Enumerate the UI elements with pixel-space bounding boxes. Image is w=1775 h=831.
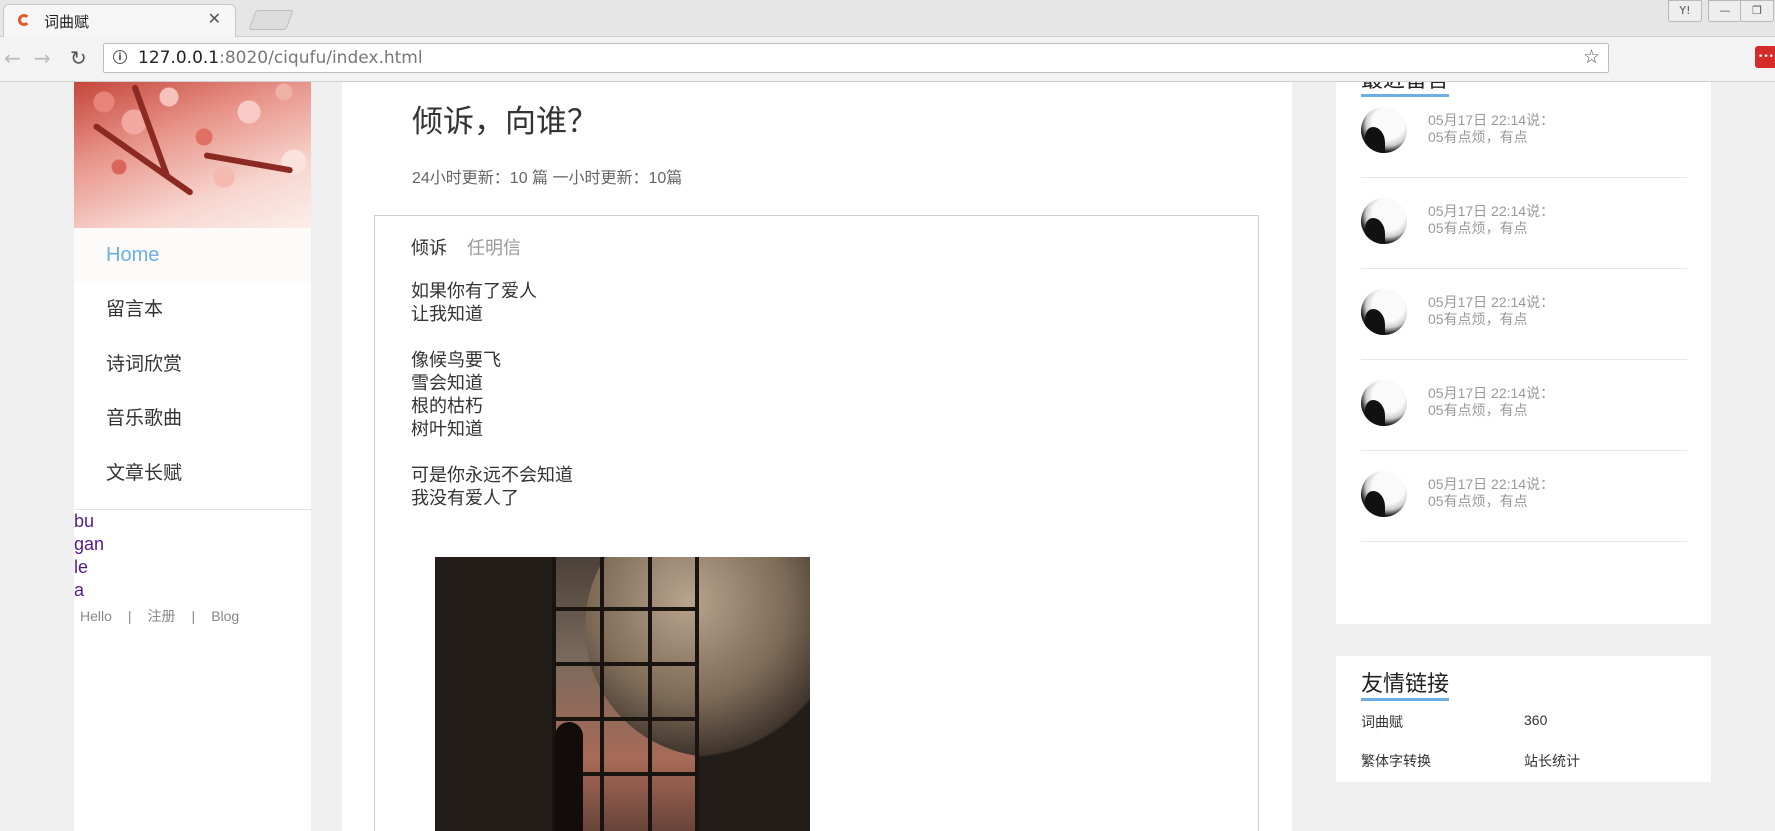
forward-arrow-icon[interactable]: →	[34, 46, 51, 70]
poem-header: 倾诉 任明信	[411, 234, 521, 260]
nav-poetry[interactable]: 诗词欣赏	[74, 337, 311, 392]
friend-link[interactable]: 词曲赋	[1361, 712, 1403, 732]
poem-line: 雪会知道	[411, 373, 483, 394]
nav-divider	[74, 509, 311, 510]
friend-links-panel: 友情链接 词曲赋 360 繁体字转换 站长统计	[1336, 656, 1711, 782]
poem-stanza: 可是你永远不会知道 我没有爱人了	[411, 464, 573, 510]
recent-comments-panel: 最近留言 05月17日 22:14说： 05有点烦，有点 05月17日 22:1…	[1336, 82, 1711, 624]
poem-body: 如果你有了爱人 让我知道 像候鸟要飞 雪会知道 根的枯朽 树叶知道 可是你永远不…	[411, 280, 573, 533]
page-title: 倾诉，向谁？	[412, 104, 598, 140]
poem-line: 根的枯朽	[411, 396, 483, 417]
comment-text: 05有点烦，有点	[1428, 129, 1528, 145]
new-tab-button[interactable]	[248, 10, 294, 30]
friend-links-title: 友情链接	[1361, 672, 1450, 701]
poem-author: 任明信	[467, 238, 521, 259]
browser-toolbar: ← → ↻ i 127.0.0.1:8020/ciqufu/index.html…	[0, 37, 1775, 82]
bug-line: a	[74, 580, 85, 600]
tab-title: 词曲赋	[44, 13, 90, 31]
cherry-blossom-banner-image	[74, 82, 311, 234]
comment-item[interactable]: 05月17日 22:14说： 05有点烦，有点	[1361, 178, 1687, 269]
avatar	[1361, 289, 1407, 335]
comment-item[interactable]: 05月17日 22:14说： 05有点烦，有点	[1361, 269, 1687, 360]
restore-button[interactable]: ❐	[1740, 0, 1774, 22]
poem-stanza: 如果你有了爱人 让我知道	[411, 280, 573, 326]
extension-icon[interactable]: •••	[1755, 46, 1775, 68]
poem-line: 树叶知道	[411, 419, 483, 440]
poem-stanza: 像候鸟要飞 雪会知道 根的枯朽 树叶知道	[411, 349, 573, 441]
update-stats: 24小时更新：10 篇 一小时更新：10篇	[412, 170, 683, 187]
friend-link[interactable]: 360	[1524, 712, 1547, 728]
tab-close-icon[interactable]: ✕	[208, 9, 221, 28]
poem-line: 如果你有了爱人	[411, 281, 537, 302]
avatar	[1361, 107, 1407, 153]
site-info-icon[interactable]: i	[113, 50, 127, 64]
poem-line: 我没有爱人了	[411, 488, 519, 509]
nav-guestbook[interactable]: 留言本	[74, 282, 311, 337]
blog-link[interactable]: Blog	[211, 608, 239, 624]
comment-text: 05有点烦，有点	[1428, 311, 1528, 327]
url-host: 127.0.0.1	[138, 48, 220, 68]
nav-articles[interactable]: 文章长赋	[74, 446, 311, 501]
person-silhouette	[555, 722, 583, 831]
poem-line: 可是你永远不会知道	[411, 465, 573, 486]
friend-link[interactable]: 站长统计	[1524, 751, 1580, 771]
minimize-button[interactable]: —	[1708, 0, 1742, 22]
loading-favicon-icon	[18, 14, 30, 26]
bug-line: le	[74, 557, 89, 577]
main-content: 倾诉，向谁？ 24小时更新：10 篇 一小时更新：10篇 倾诉 任明信 如果你有了…	[342, 82, 1292, 831]
avatar	[1361, 198, 1407, 244]
comment-text: 05有点烦，有点	[1428, 220, 1528, 236]
poem-title[interactable]: 倾诉	[411, 238, 447, 259]
comment-item[interactable]: 05月17日 22:14说： 05有点烦，有点	[1361, 451, 1687, 542]
separator: |	[191, 608, 196, 624]
poem-card: 倾诉 任明信 如果你有了爱人 让我知道 像候鸟要飞 雪会知道 根的枯朽 树叶知道 …	[374, 215, 1259, 831]
comment-item[interactable]: 05月17日 22:14说： 05有点烦，有点	[1361, 87, 1687, 178]
comment-text: 05有点烦，有点	[1428, 402, 1528, 418]
back-arrow-icon[interactable]: ←	[4, 46, 21, 70]
separator: |	[127, 608, 132, 624]
nav-music[interactable]: 音乐歌曲	[74, 391, 311, 446]
reload-icon[interactable]: ↻	[70, 46, 87, 70]
poem-line: 让我知道	[411, 304, 483, 325]
poem-illustration-image	[435, 557, 810, 831]
visited-link-text[interactable]: bu gan le a	[74, 510, 104, 602]
friend-link[interactable]: 繁体字转换	[1361, 751, 1431, 771]
register-link[interactable]: 注册	[148, 606, 176, 626]
bookmark-star-icon[interactable]: ☆	[1583, 46, 1600, 68]
address-bar[interactable]: i 127.0.0.1:8020/ciqufu/index.html ☆	[103, 43, 1609, 73]
hello-link[interactable]: Hello	[80, 608, 112, 624]
comment-item[interactable]: 05月17日 22:14说： 05有点烦，有点	[1361, 360, 1687, 451]
url-text: 127.0.0.1:8020/ciqufu/index.html	[138, 48, 423, 68]
avatar	[1361, 471, 1407, 517]
avatar	[1361, 380, 1407, 426]
sidebar-footer-links: Hello | 注册 | Blog	[80, 606, 239, 626]
left-sidebar: Home 留言本 诗词欣赏 音乐歌曲 文章长赋 bu gan le a Hell…	[74, 82, 311, 831]
url-path: :8020/ciqufu/index.html	[219, 48, 423, 68]
extension-window-button[interactable]: Y!	[1668, 0, 1702, 22]
comment-text: 05有点烦，有点	[1428, 493, 1528, 509]
bug-line: gan	[74, 534, 105, 554]
poem-line: 像候鸟要飞	[411, 350, 501, 371]
page-viewport: Home 留言本 诗词欣赏 音乐歌曲 文章长赋 bu gan le a Hell…	[0, 82, 1775, 831]
bug-line: bu	[74, 511, 95, 531]
browser-tab-bar: 词曲赋 ✕ Y! — ❐	[0, 0, 1775, 37]
browser-tab[interactable]: 词曲赋 ✕	[3, 4, 236, 37]
nav-home[interactable]: Home	[74, 228, 311, 283]
